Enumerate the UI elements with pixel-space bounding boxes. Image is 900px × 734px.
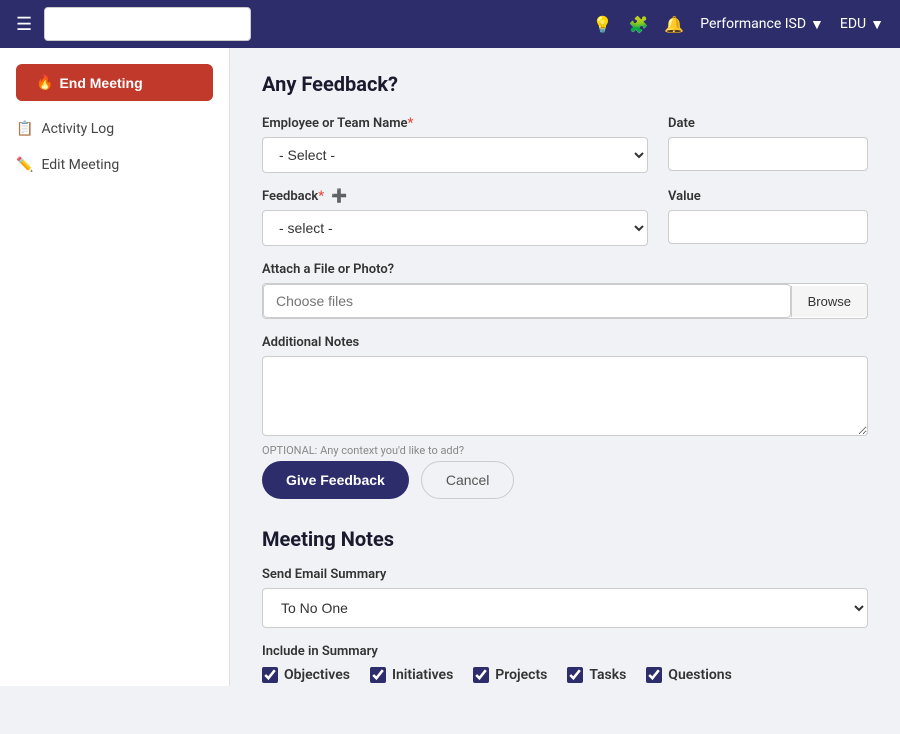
projects-label: Projects [495,667,547,683]
questions-label: Questions [668,667,731,683]
date-input[interactable]: 05/23/2023 [668,137,868,171]
edit-icon: ✏️ [16,157,33,173]
employee-label: Employee or Team Name* [262,116,648,131]
browse-button[interactable]: Browse [791,286,867,317]
notes-hint: OPTIONAL: Any context you'd like to add? [262,444,868,457]
sidebar-item-edit-meeting[interactable]: ✏️ Edit Meeting [0,149,229,181]
main-content: Any Feedback? Employee or Team Name* - S… [230,48,900,686]
employee-select[interactable]: - Select - [262,137,648,173]
questions-checkbox[interactable] [646,667,662,683]
include-label: Include in Summary [262,644,868,659]
feedback-value-row: Feedback* ➕ - select - Value 0 [262,189,868,246]
tasks-checkbox[interactable] [567,667,583,683]
value-label: Value [668,189,868,204]
navbar-left: ☰ [16,7,251,41]
send-email-label: Send Email Summary [262,567,868,582]
sidebar-item-label: Edit Meeting [41,157,119,173]
employee-group: Employee or Team Name* - Select - [262,116,648,173]
navbar-right: 💡 🧩 🔔 Performance ISD ▼ EDU ▼ [593,15,884,34]
file-input[interactable] [263,284,791,318]
checkbox-tasks[interactable]: Tasks [567,667,626,683]
projects-checkbox[interactable] [473,667,489,683]
org-selector[interactable]: Performance ISD ▼ [700,16,824,33]
initiatives-checkbox[interactable] [370,667,386,683]
sidebar: 🔥 End Meeting 📋 Activity Log ✏️ Edit Mee… [0,48,230,686]
activity-log-icon: 📋 [16,121,33,137]
org-chevron-icon: ▼ [810,16,824,33]
required-star: * [407,116,413,131]
value-input[interactable]: 0 [668,210,868,244]
send-email-select[interactable]: To No OneTo Meeting ParticipantsTo All [262,588,868,628]
checkboxes-row: Objectives Initiatives Projects Tasks Qu… [262,667,868,683]
checkbox-questions[interactable]: Questions [646,667,731,683]
puzzle-icon[interactable]: 🧩 [628,15,648,34]
sidebar-item-activity-log[interactable]: 📋 Activity Log [0,113,229,145]
sidebar-item-label: Activity Log [41,121,114,137]
employee-date-row: Employee or Team Name* - Select - Date 0… [262,116,868,173]
notes-label: Additional Notes [262,335,868,350]
lightbulb-icon[interactable]: 💡 [593,15,613,34]
date-group: Date 05/23/2023 [668,116,868,173]
meeting-notes-section: Meeting Notes Send Email Summary To No O… [262,527,868,686]
feedback-section-title: Any Feedback? [262,72,868,96]
bell-icon[interactable]: 🔔 [664,15,684,34]
initiatives-label: Initiatives [392,667,453,683]
meeting-notes-title: Meeting Notes [262,527,868,551]
feedback-actions: Give Feedback Cancel [262,461,868,499]
value-group: Value 0 [668,189,868,246]
notes-textarea[interactable] [262,356,868,436]
file-attach-row: Browse [262,283,868,319]
checkbox-objectives[interactable]: Objectives [262,667,350,683]
layout: 🔥 End Meeting 📋 Activity Log ✏️ Edit Mee… [0,48,900,686]
hamburger-icon[interactable]: ☰ [16,14,32,35]
user-label: EDU [840,16,866,32]
feedback-required-star: * [318,189,324,204]
objectives-label: Objectives [284,667,350,683]
checkbox-initiatives[interactable]: Initiatives [370,667,453,683]
user-chevron-icon: ▼ [870,16,884,33]
tasks-label: Tasks [589,667,626,683]
add-feedback-icon[interactable]: ➕ [331,189,347,204]
notes-group: Additional Notes OPTIONAL: Any context y… [262,335,868,457]
checkbox-projects[interactable]: Projects [473,667,547,683]
user-selector[interactable]: EDU ▼ [840,16,884,33]
feedback-group: Feedback* ➕ - select - [262,189,648,246]
fire-icon: 🔥 [36,74,53,91]
date-label: Date [668,116,868,131]
give-feedback-button[interactable]: Give Feedback [262,461,409,499]
feedback-select[interactable]: - select - [262,210,648,246]
end-meeting-label: End Meeting [59,75,142,91]
feedback-label: Feedback* ➕ [262,189,648,204]
attach-group: Attach a File or Photo? Browse [262,262,868,319]
org-label: Performance ISD [700,16,806,32]
navbar: ☰ 💡 🧩 🔔 Performance ISD ▼ EDU ▼ [0,0,900,48]
attach-label: Attach a File or Photo? [262,262,868,277]
cancel-button[interactable]: Cancel [421,461,515,499]
search-input[interactable] [44,7,251,41]
end-meeting-button[interactable]: 🔥 End Meeting [16,64,213,101]
objectives-checkbox[interactable] [262,667,278,683]
